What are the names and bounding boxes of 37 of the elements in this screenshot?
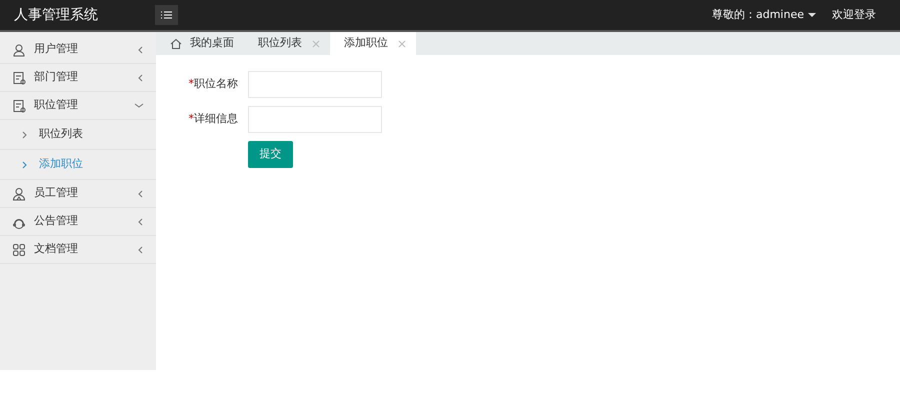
chevron-right-icon xyxy=(22,130,27,138)
chevron-left-icon xyxy=(137,74,144,82)
app-title: 人事管理系统 xyxy=(13,6,99,24)
tab[interactable]: 我的桌面 xyxy=(160,32,244,55)
sidebar-item[interactable]: 文档管理 xyxy=(0,236,156,264)
grid-icon xyxy=(12,242,26,256)
chevron-left-icon xyxy=(137,190,144,198)
close-icon xyxy=(312,40,320,48)
input-field[interactable] xyxy=(248,106,382,133)
sidebar-subitem[interactable]: 职位列表 xyxy=(0,120,156,150)
chevron-right-icon xyxy=(22,160,27,168)
tab[interactable]: 职位列表 xyxy=(244,32,330,55)
chevron-down-icon xyxy=(134,102,144,110)
input-field[interactable] xyxy=(248,71,382,98)
tab[interactable]: 添加职位 xyxy=(330,32,416,55)
chevron-left-icon xyxy=(137,46,144,54)
sidebar-item[interactable]: 用户管理 xyxy=(0,36,156,64)
home-icon xyxy=(170,38,182,49)
chevron-left-icon xyxy=(137,218,144,226)
field-label: *职位名称 xyxy=(188,76,239,92)
sidebar-item[interactable]: 公告管理 xyxy=(0,208,156,236)
menu-icon xyxy=(160,10,173,20)
welcome-link[interactable]: 欢迎登录 xyxy=(832,6,876,24)
sidebar-item[interactable]: 职位管理 xyxy=(0,92,156,120)
sidebar-item[interactable]: 员工管理 xyxy=(0,180,156,208)
close-icon xyxy=(398,40,406,48)
document-icon xyxy=(12,70,26,84)
menu-toggle-button[interactable] xyxy=(155,5,178,25)
caret-icon xyxy=(808,13,816,17)
user-icon xyxy=(12,42,26,56)
submit-button[interactable]: 提交 xyxy=(248,141,293,168)
document-icon xyxy=(12,98,26,112)
person-icon xyxy=(12,186,26,200)
sidebar-item[interactable]: 部门管理 xyxy=(0,64,156,92)
user-menu[interactable]: 尊敬的：adminee xyxy=(712,6,816,24)
chevron-left-icon xyxy=(137,246,144,254)
field-label: *详细信息 xyxy=(188,111,239,128)
